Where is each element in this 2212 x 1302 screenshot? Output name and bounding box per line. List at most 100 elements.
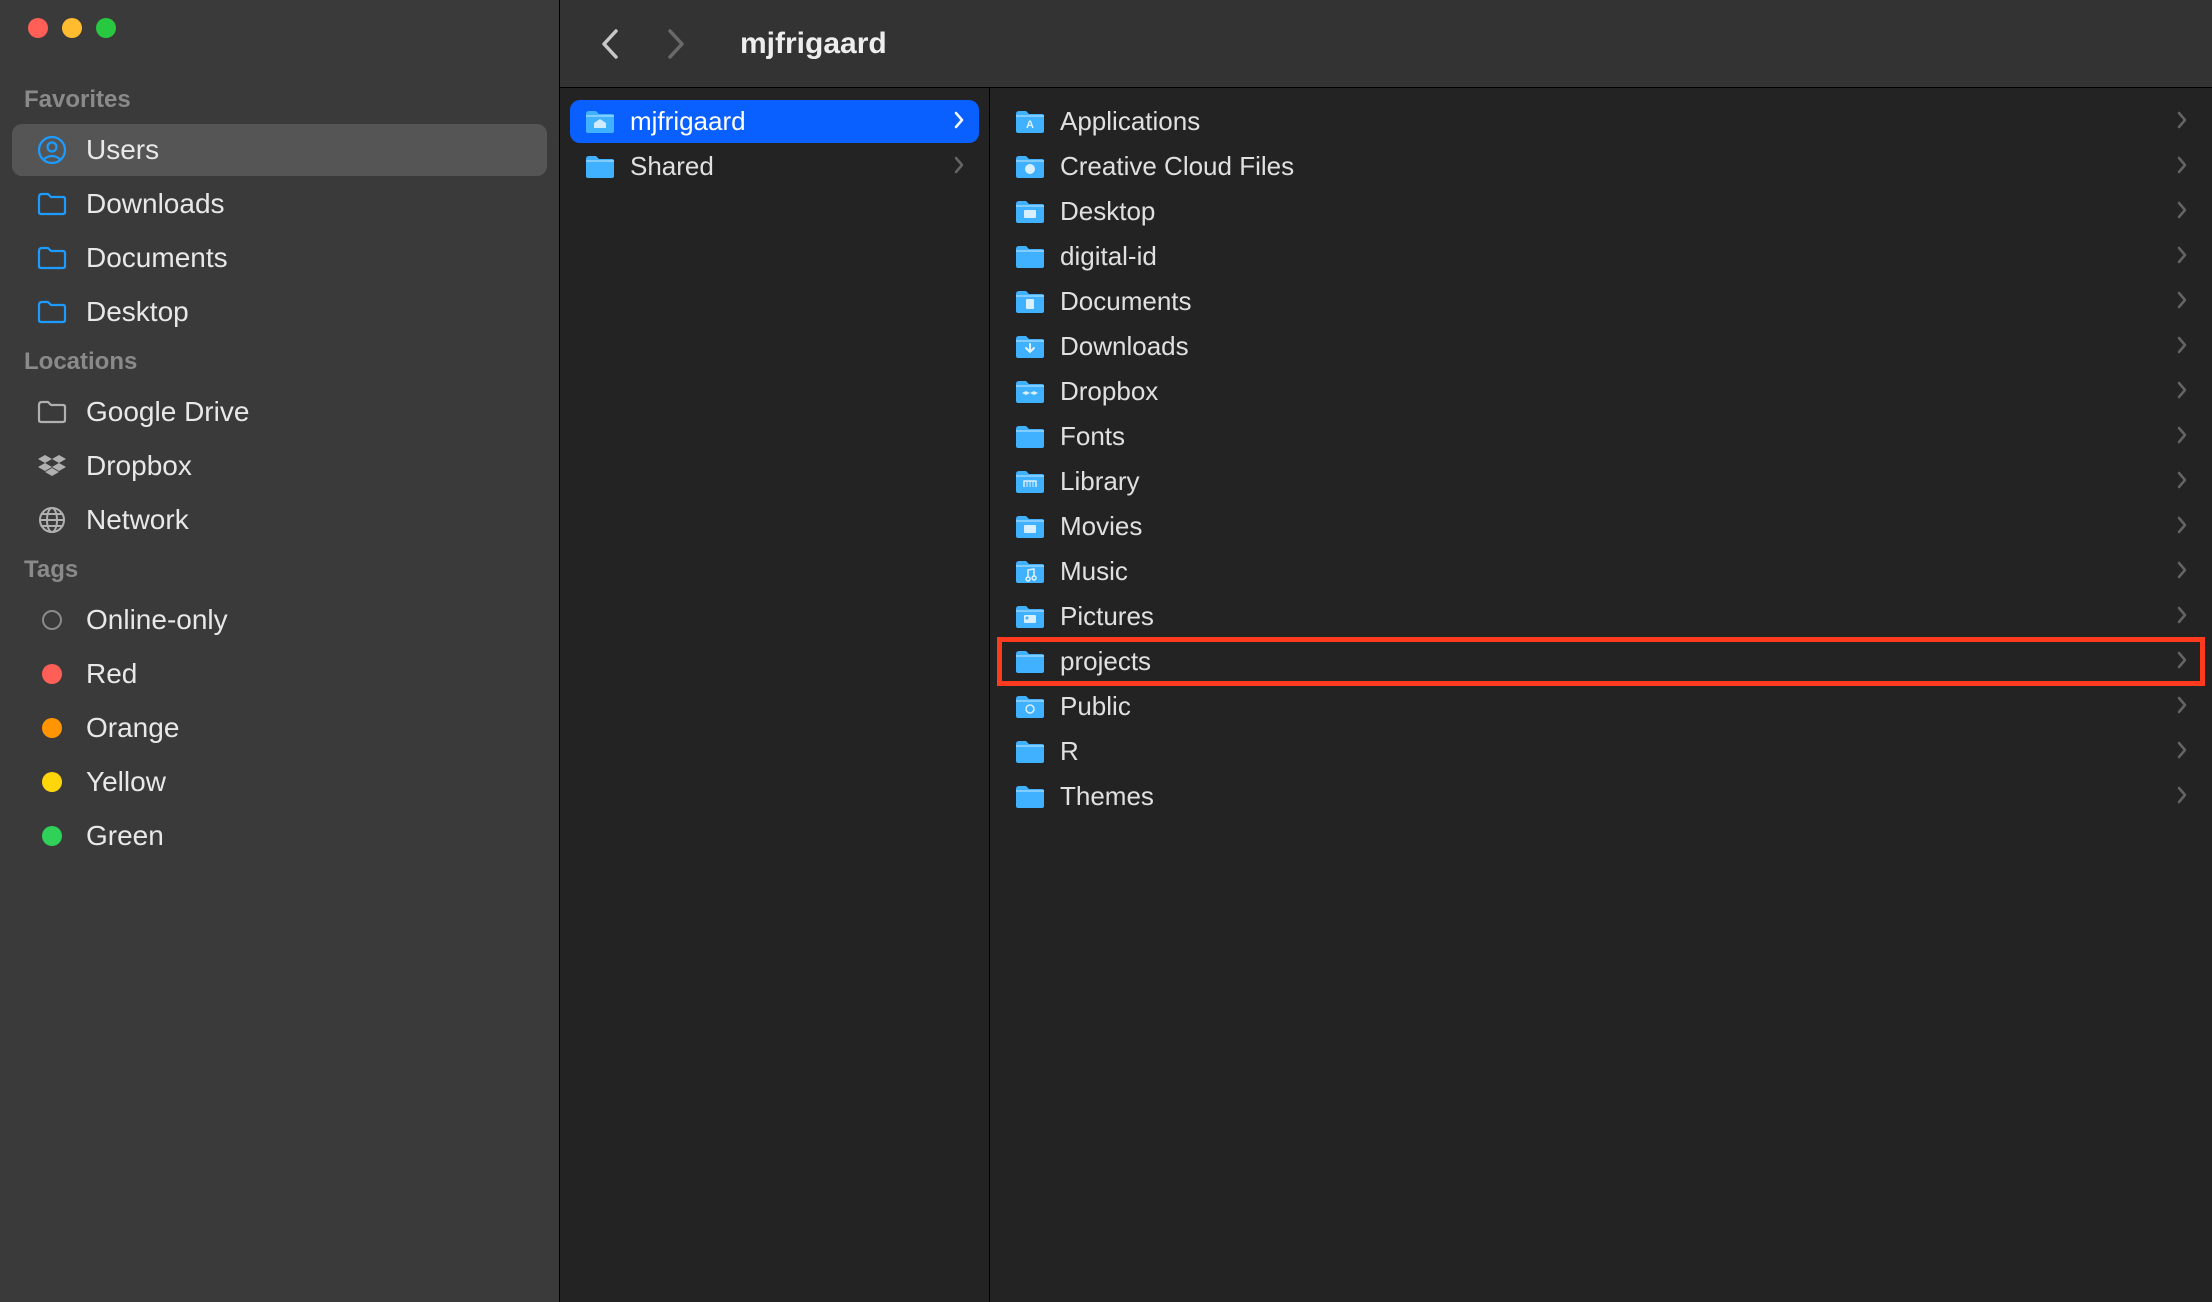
tag-dot-icon xyxy=(36,604,68,636)
globe-icon xyxy=(36,504,68,536)
file-row-creative-cloud-files[interactable]: Creative Cloud Files xyxy=(1000,145,2202,188)
chevron-right-icon xyxy=(2176,196,2188,227)
sidebar-item-green[interactable]: Green xyxy=(12,810,547,862)
pictures-folder-icon xyxy=(1014,604,1046,630)
folder-icon xyxy=(1014,784,1046,810)
chevron-right-icon xyxy=(2176,601,2188,632)
file-row-desktop[interactable]: Desktop xyxy=(1000,190,2202,233)
sidebar-item-label: Online-only xyxy=(86,604,228,636)
file-row-themes[interactable]: Themes xyxy=(1000,775,2202,818)
sidebar-item-red[interactable]: Red xyxy=(12,648,547,700)
chevron-right-icon xyxy=(2176,691,2188,722)
file-row-shared[interactable]: Shared xyxy=(570,145,979,188)
file-row-library[interactable]: Library xyxy=(1000,460,2202,503)
toolbar: mjfrigaard xyxy=(560,0,2212,88)
file-row-label: Dropbox xyxy=(1060,376,1158,407)
sidebar-item-orange[interactable]: Orange xyxy=(12,702,547,754)
file-row-digital-id[interactable]: digital-id xyxy=(1000,235,2202,278)
cc-folder-icon xyxy=(1014,154,1046,180)
music-folder-icon xyxy=(1014,559,1046,585)
file-row-projects[interactable]: projects xyxy=(1000,640,2202,683)
file-row-fonts[interactable]: Fonts xyxy=(1000,415,2202,458)
file-row-music[interactable]: Music xyxy=(1000,550,2202,593)
chevron-right-icon xyxy=(2176,421,2188,452)
sidebar-item-yellow[interactable]: Yellow xyxy=(12,756,547,808)
file-row-label: Desktop xyxy=(1060,196,1155,227)
chevron-right-icon xyxy=(2176,781,2188,812)
folder-icon xyxy=(1014,739,1046,765)
zoom-window-button[interactable] xyxy=(96,18,116,38)
file-row-label: Creative Cloud Files xyxy=(1060,151,1294,182)
user-circle-icon xyxy=(36,134,68,166)
folder-outline-icon xyxy=(36,188,68,220)
chevron-right-icon xyxy=(2176,466,2188,497)
tag-dot-icon xyxy=(36,658,68,690)
window-controls xyxy=(0,18,559,78)
file-row-downloads[interactable]: Downloads xyxy=(1000,325,2202,368)
file-row-label: Music xyxy=(1060,556,1128,587)
minimize-window-button[interactable] xyxy=(62,18,82,38)
sidebar-item-label: Yellow xyxy=(86,766,166,798)
folder-outline-icon xyxy=(36,242,68,274)
chevron-right-icon xyxy=(2176,151,2188,182)
sidebar-item-users[interactable]: Users xyxy=(12,124,547,176)
column-view: mjfrigaard Shared A Applications Creative Cl… xyxy=(560,88,2212,1302)
column-1: A Applications Creative Cloud Files Desktop… xyxy=(990,88,2212,1302)
sidebar-item-google-drive[interactable]: Google Drive xyxy=(12,386,547,438)
downloads-folder-icon xyxy=(1014,334,1046,360)
chevron-right-icon xyxy=(953,151,965,182)
chevron-right-icon xyxy=(2176,556,2188,587)
sidebar-section-header: Tags xyxy=(0,548,559,592)
finder-window: FavoritesUsersDownloadsDocumentsDesktopL… xyxy=(0,0,2212,1302)
movies-folder-icon xyxy=(1014,514,1046,540)
documents-folder-icon xyxy=(1014,289,1046,315)
sidebar-item-label: Google Drive xyxy=(86,396,249,428)
tag-dot-icon xyxy=(36,820,68,852)
sidebar-item-label: Desktop xyxy=(86,296,189,328)
file-row-label: Library xyxy=(1060,466,1139,497)
library-folder-icon xyxy=(1014,469,1046,495)
nav-back-button[interactable] xyxy=(590,24,630,64)
sidebar-item-label: Downloads xyxy=(86,188,225,220)
dropbox-folder-icon xyxy=(1014,379,1046,405)
file-row-label: mjfrigaard xyxy=(630,106,746,137)
sidebar-item-label: Red xyxy=(86,658,137,690)
desktop-folder-icon xyxy=(1014,199,1046,225)
file-row-public[interactable]: Public xyxy=(1000,685,2202,728)
home-folder-icon xyxy=(584,109,616,135)
file-row-r[interactable]: R xyxy=(1000,730,2202,773)
sidebar-section-header: Locations xyxy=(0,340,559,384)
column-0: mjfrigaard Shared xyxy=(560,88,990,1302)
file-row-label: Applications xyxy=(1060,106,1200,137)
sidebar-item-label: Network xyxy=(86,504,189,536)
file-row-label: projects xyxy=(1060,646,1151,677)
close-window-button[interactable] xyxy=(28,18,48,38)
file-row-mjfrigaard[interactable]: mjfrigaard xyxy=(570,100,979,143)
sidebar-item-desktop[interactable]: Desktop xyxy=(12,286,547,338)
main-area: mjfrigaard mjfrigaard Shared A Applications… xyxy=(560,0,2212,1302)
file-row-label: R xyxy=(1060,736,1079,767)
file-row-documents[interactable]: Documents xyxy=(1000,280,2202,323)
toolbar-title: mjfrigaard xyxy=(740,27,887,61)
sidebar-item-dropbox[interactable]: Dropbox xyxy=(12,440,547,492)
file-row-dropbox[interactable]: Dropbox xyxy=(1000,370,2202,413)
file-row-label: digital-id xyxy=(1060,241,1157,272)
sidebar-item-label: Users xyxy=(86,134,159,166)
chevron-right-icon xyxy=(2176,241,2188,272)
nav-forward-button[interactable] xyxy=(656,24,696,64)
sidebar-item-network[interactable]: Network xyxy=(12,494,547,546)
file-row-applications[interactable]: A Applications xyxy=(1000,100,2202,143)
file-row-movies[interactable]: Movies xyxy=(1000,505,2202,548)
chevron-right-icon xyxy=(2176,331,2188,362)
app-folder-icon: A xyxy=(1014,109,1046,135)
folder-icon xyxy=(584,154,616,180)
chevron-right-icon xyxy=(2176,511,2188,542)
sidebar-item-online-only[interactable]: Online-only xyxy=(12,594,547,646)
sidebar-item-downloads[interactable]: Downloads xyxy=(12,178,547,230)
file-row-pictures[interactable]: Pictures xyxy=(1000,595,2202,638)
tag-dot-icon xyxy=(36,766,68,798)
sidebar-item-documents[interactable]: Documents xyxy=(12,232,547,284)
file-row-label: Public xyxy=(1060,691,1131,722)
sidebar: FavoritesUsersDownloadsDocumentsDesktopL… xyxy=(0,0,560,1302)
chevron-right-icon xyxy=(2176,376,2188,407)
